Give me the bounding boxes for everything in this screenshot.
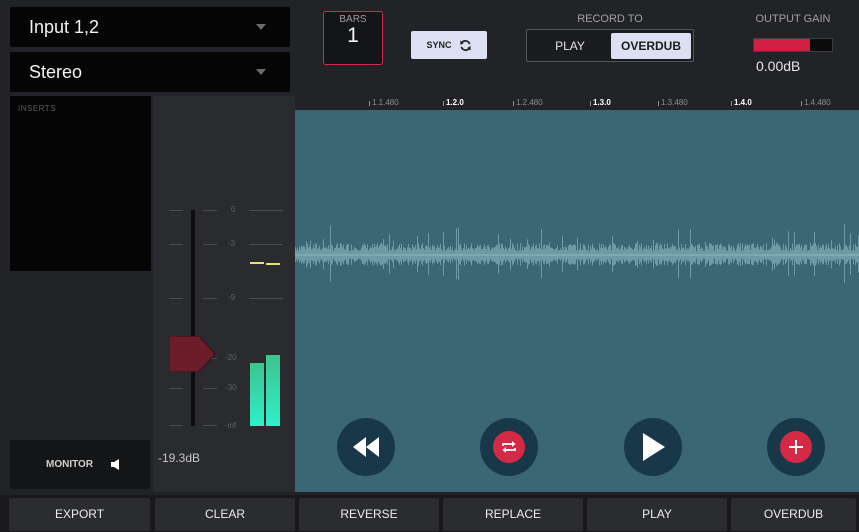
loop-button[interactable] [480, 418, 538, 476]
scale-tick [203, 244, 217, 245]
scale-label-30: -30 [225, 383, 237, 392]
bottom-toolbar: EXPORT CLEAR REVERSE REPLACE PLAY OVERDU… [0, 495, 859, 532]
record-to-overdub[interactable]: OVERDUB [611, 33, 691, 59]
input-select-value: Input 1,2 [29, 17, 100, 37]
chevron-down-icon [256, 69, 266, 75]
sync-icon [459, 39, 471, 51]
output-gain-label: OUTPUT GAIN [755, 13, 831, 25]
rewind-icon [353, 437, 379, 457]
scale-tick [169, 210, 183, 211]
play-icon [643, 433, 665, 461]
channel-select[interactable]: Stereo [10, 52, 290, 92]
scale-tick [169, 388, 183, 389]
scale-tick [203, 388, 217, 389]
export-button[interactable]: EXPORT [9, 498, 150, 531]
ruler-marker: 1.3.480 [658, 98, 688, 107]
replace-button[interactable]: REPLACE [443, 498, 583, 531]
fader-scale: 0 -3 -9 -20 -30 -inf [153, 96, 295, 436]
loop-icon [493, 431, 525, 463]
waveform-view[interactable] [295, 110, 859, 492]
output-gain-fill [754, 39, 811, 51]
meter-tick [249, 210, 283, 211]
scale-tick [203, 298, 217, 299]
speaker-icon [111, 459, 119, 470]
scale-tick [169, 298, 183, 299]
bars-field[interactable]: BARS 1 [323, 11, 383, 65]
chevron-down-icon [256, 24, 266, 30]
fader-track [191, 210, 195, 426]
scale-label-0: 0 [231, 205, 236, 214]
waveform-path [295, 223, 859, 284]
ruler-marker: 1.1.480 [369, 98, 399, 107]
ruler-marker: 1.4.0 [731, 98, 752, 107]
reverse-button[interactable]: REVERSE [299, 498, 439, 531]
record-to-segmented: PLAY OVERDUB [526, 29, 694, 62]
ruler-marker: 1.3.0 [590, 98, 611, 107]
play-mode-button[interactable]: PLAY [587, 498, 727, 531]
sync-label: SYNC [426, 40, 452, 50]
record-to-play[interactable]: PLAY [531, 33, 609, 59]
record-to-label: RECORD TO [577, 13, 643, 25]
monitor-label: MONITOR [46, 459, 94, 470]
meter-left [250, 363, 264, 426]
add-button[interactable] [767, 418, 825, 476]
timeline-ruler[interactable]: 1.1.480 1.2.0 1.2.480 1.3.0 1.3.480 1.4.… [295, 98, 859, 110]
bars-value: 1 [347, 24, 359, 47]
clear-button[interactable]: CLEAR [155, 498, 295, 531]
peak-right [266, 263, 280, 265]
scale-label-3: -3 [228, 239, 236, 248]
rewind-button[interactable] [337, 418, 395, 476]
scale-tick [169, 425, 183, 426]
inserts-panel[interactable]: INSERTS [10, 96, 151, 271]
scale-label-9: -9 [228, 293, 236, 302]
fader-thumb[interactable] [169, 336, 217, 372]
plus-icon [780, 431, 812, 463]
monitor-button[interactable]: MONITOR [10, 440, 150, 489]
channel-select-value: Stereo [29, 62, 83, 82]
overdub-button[interactable]: OVERDUB [731, 498, 856, 531]
fader-db-readout: -19.3dB [158, 451, 201, 465]
scale-label-inf: -inf [225, 421, 237, 430]
scale-tick [203, 425, 217, 426]
output-gain-value: 0.00dB [756, 58, 801, 74]
meter-right [266, 355, 280, 426]
peak-left [250, 262, 264, 264]
sync-button[interactable]: SYNC [411, 31, 487, 59]
ruler-marker: 1.4.480 [801, 98, 831, 107]
ruler-marker: 1.2.480 [513, 98, 543, 107]
output-gain-slider[interactable] [753, 38, 833, 52]
play-button[interactable] [624, 418, 682, 476]
level-meter [249, 216, 283, 426]
ruler-marker: 1.2.0 [443, 98, 464, 107]
inserts-label: INSERTS [18, 104, 57, 113]
scale-tick [203, 210, 217, 211]
scale-tick [169, 244, 183, 245]
scale-label-20: -20 [225, 353, 237, 362]
input-select[interactable]: Input 1,2 [10, 7, 290, 47]
